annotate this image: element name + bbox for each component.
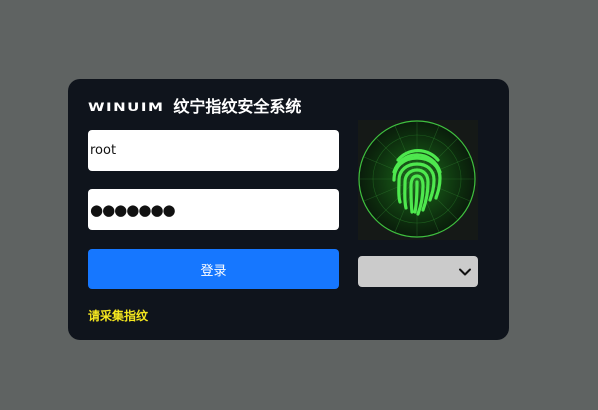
login-card: WINUIM 纹宁指纹安全系统 登录 请采集指纹 — [68, 79, 509, 340]
brand-logo: WINUIM — [88, 99, 165, 115]
password-input[interactable] — [88, 189, 339, 230]
app-title: 纹宁指纹安全系统 — [173, 97, 302, 116]
fingerprint-scanner[interactable] — [358, 120, 478, 240]
chevron-down-icon — [458, 264, 472, 283]
fingerprint-hint: 请采集指纹 — [88, 309, 149, 323]
brand-header: WINUIM 纹宁指纹安全系统 — [88, 97, 301, 117]
username-input[interactable] — [88, 130, 339, 171]
fingerprint-icon — [358, 120, 476, 238]
device-select[interactable] — [358, 256, 478, 287]
login-button[interactable]: 登录 — [88, 249, 339, 289]
